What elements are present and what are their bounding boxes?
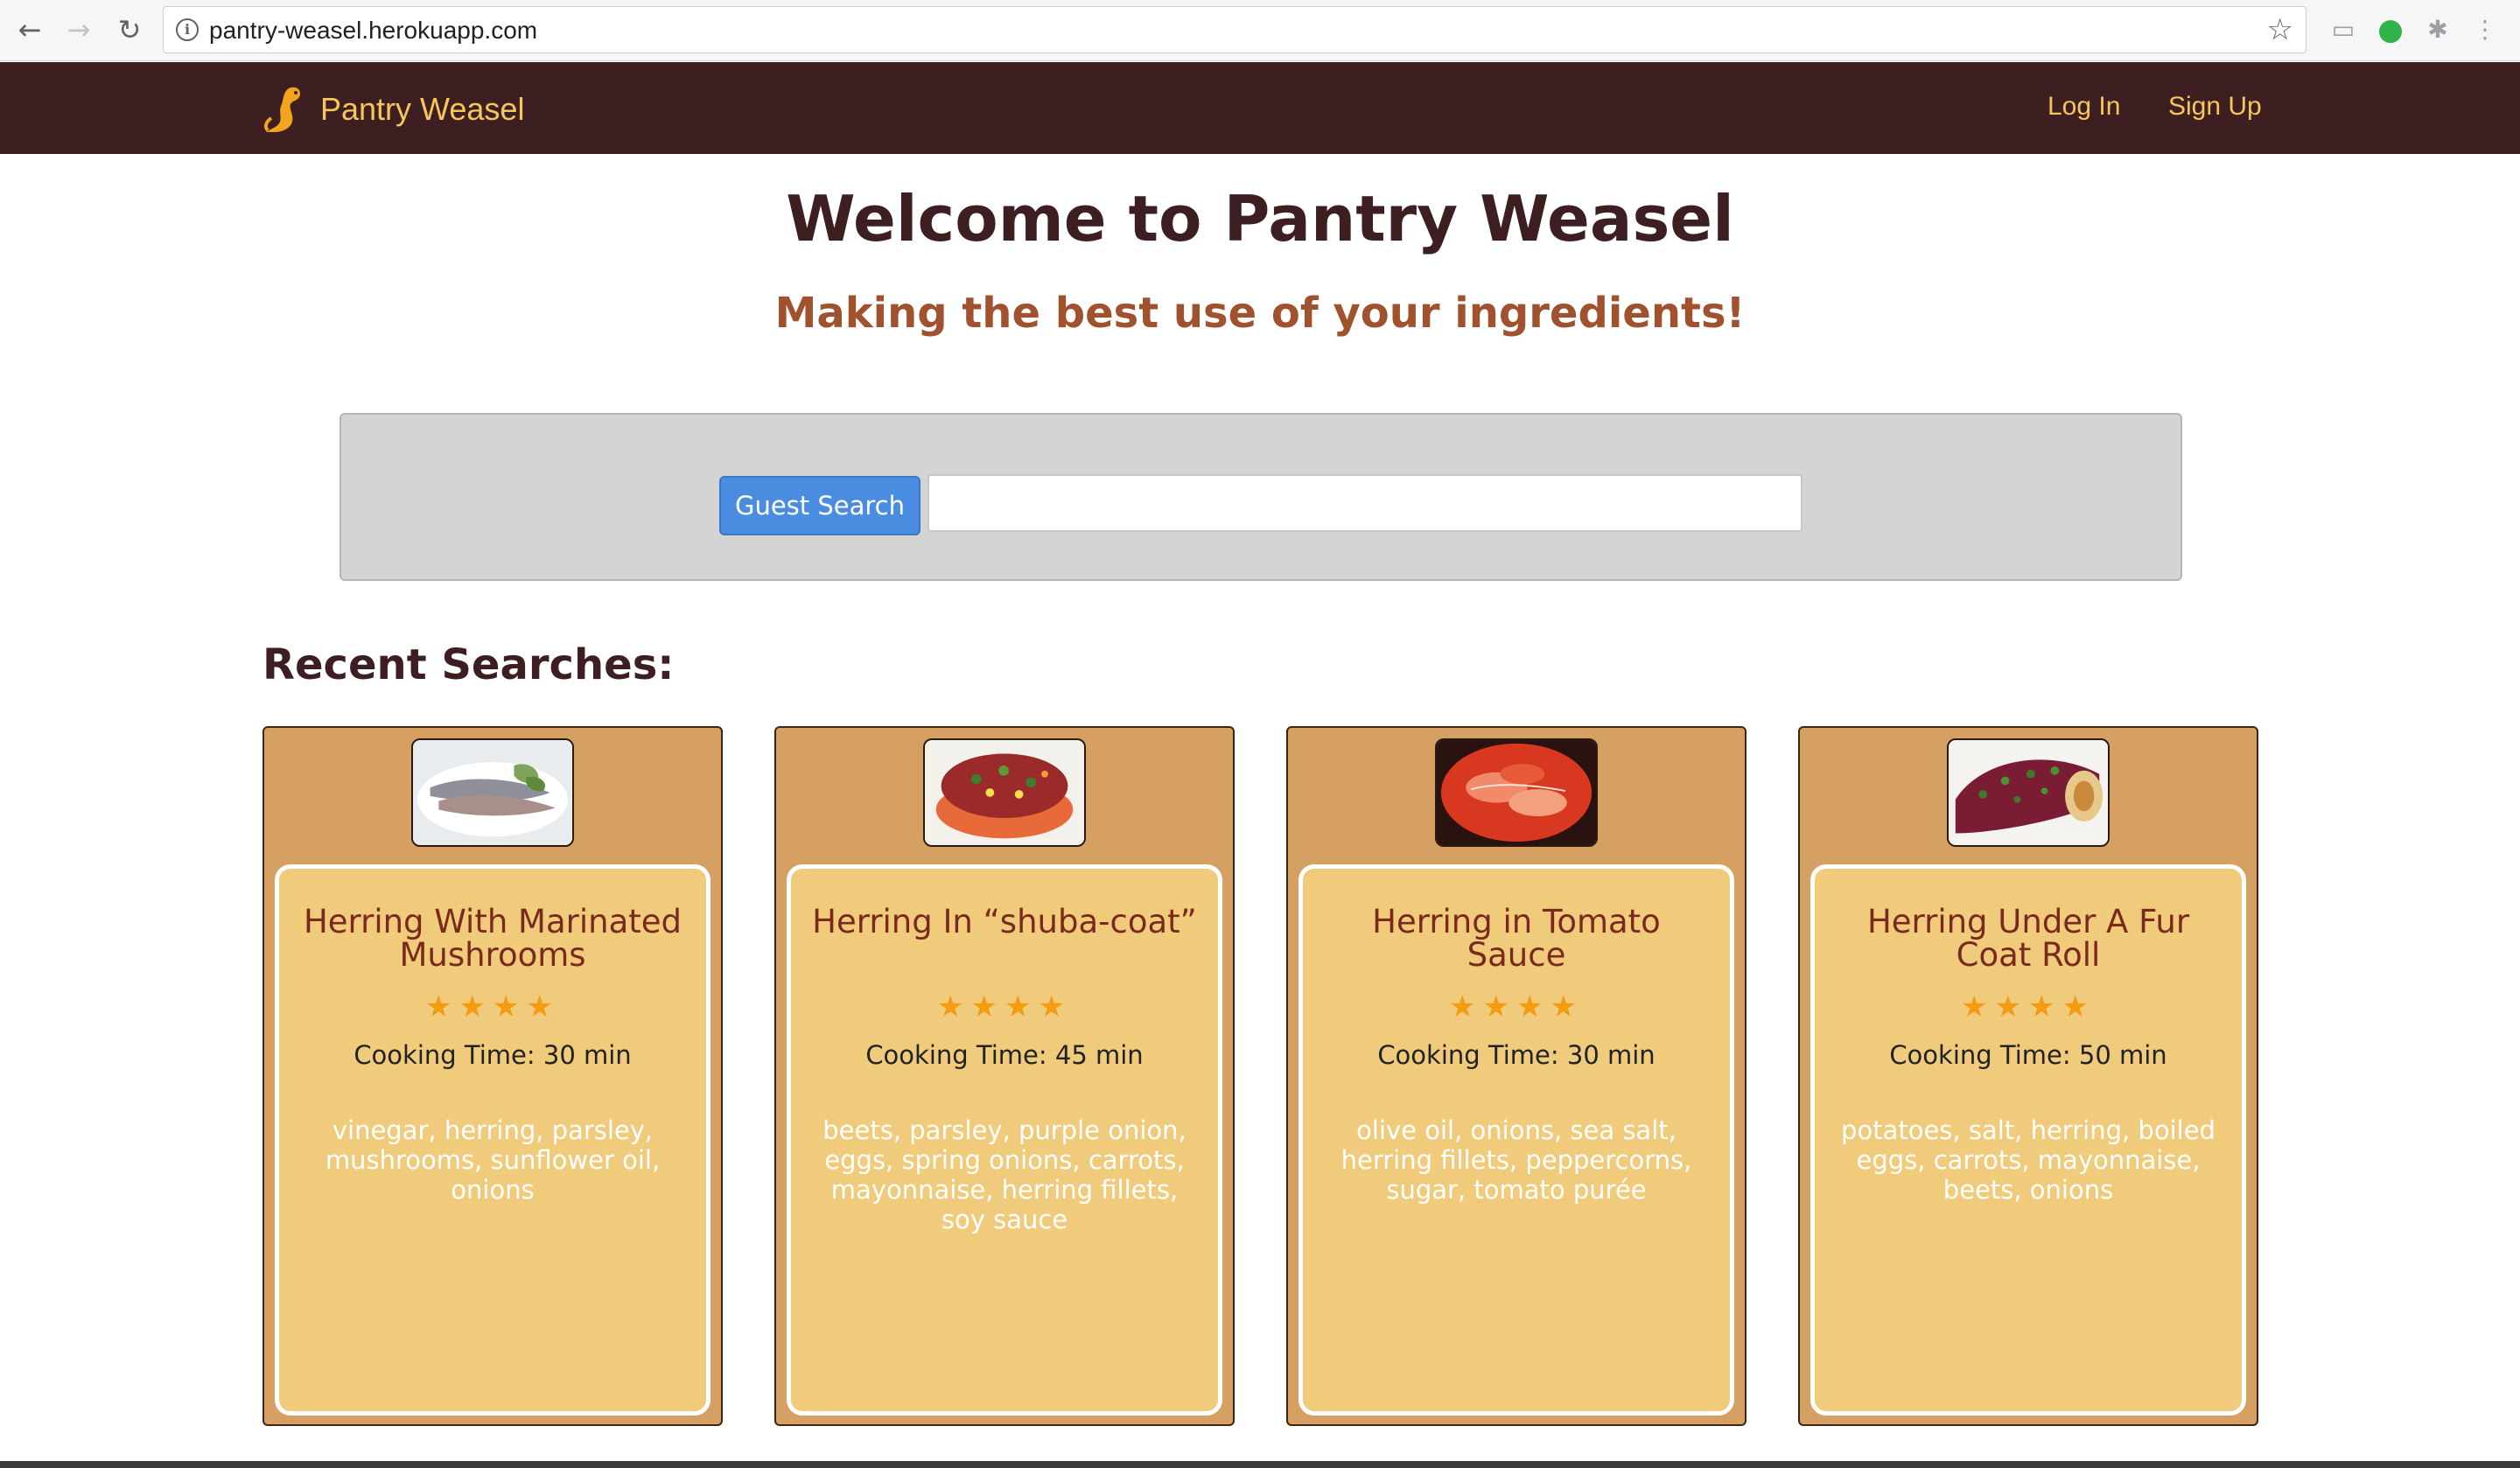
cooking-time: Cooking Time: 30 min	[1377, 1040, 1656, 1070]
brand-name[interactable]: Pantry Weasel	[320, 91, 524, 128]
guest-search-button[interactable]: Guest Search	[719, 476, 920, 535]
recipe-card-body: Herring in Tomato Sauce ★★★★ Cooking Tim…	[1298, 864, 1734, 1416]
login-link[interactable]: Log In	[2048, 92, 2120, 122]
rating-stars-icon: ★★★★	[937, 989, 1072, 1024]
recipe-card-body: Herring Under A Fur Coat Roll ★★★★ Cooki…	[1810, 864, 2246, 1416]
forward-icon[interactable]: →	[61, 12, 96, 47]
recipe-image[interactable]	[411, 738, 574, 847]
cast-icon[interactable]: ▭	[2326, 12, 2361, 47]
recipe-image[interactable]	[1947, 738, 2110, 847]
address-bar[interactable]: i pantry-weasel.herokuapp.com ☆	[163, 6, 2306, 53]
rating-stars-icon: ★★★★	[1449, 989, 1584, 1024]
rating-stars-icon: ★★★★	[1961, 989, 2096, 1024]
back-icon[interactable]: ←	[12, 12, 47, 47]
page-title: Welcome to Pantry Weasel	[786, 182, 1734, 255]
search-panel: Guest Search	[340, 413, 2182, 581]
browser-toolbar: ← → ↻ i pantry-weasel.herokuapp.com ☆ ▭ …	[0, 0, 2520, 61]
recipe-image[interactable]	[1435, 738, 1598, 847]
recipe-card[interactable]: Herring in Tomato Sauce ★★★★ Cooking Tim…	[1286, 726, 1746, 1426]
cooking-time: Cooking Time: 45 min	[865, 1040, 1144, 1070]
info-icon[interactable]: i	[176, 18, 199, 41]
recipe-card-body: Herring With Marinated Mushrooms ★★★★ Co…	[275, 864, 710, 1416]
cooking-time: Cooking Time: 30 min	[354, 1040, 632, 1070]
ingredients-list: olive oil, onions, sea salt, herring fil…	[1340, 1115, 1692, 1205]
recipe-title[interactable]: Herring in Tomato Sauce	[1320, 905, 1712, 972]
recent-searches-list: Herring With Marinated Mushrooms ★★★★ Co…	[262, 726, 2258, 1426]
brand-link[interactable]: Pantry Weasel	[262, 85, 524, 134]
recipe-title[interactable]: Herring With Marinated Mushrooms	[297, 905, 689, 972]
rating-stars-icon: ★★★★	[425, 989, 560, 1024]
ingredients-list: potatoes, salt, herring, boiled eggs, ca…	[1841, 1115, 2216, 1205]
cooking-time: Cooking Time: 50 min	[1889, 1040, 2167, 1070]
extension-icon[interactable]: ●	[2373, 12, 2408, 47]
ingredient-search-input[interactable]	[928, 474, 1802, 532]
recipe-card[interactable]: Herring Under A Fur Coat Roll ★★★★ Cooki…	[1798, 726, 2258, 1426]
bookmark-star-icon[interactable]: ☆	[2267, 12, 2293, 47]
window-bottom-edge	[0, 1461, 2520, 1468]
ingredients-list: beets, parsley, purple onion, eggs, spri…	[822, 1115, 1186, 1234]
reload-icon[interactable]: ↻	[112, 12, 147, 47]
site-navbar: Pantry Weasel Log In Sign Up	[0, 62, 2520, 154]
url-text[interactable]: pantry-weasel.herokuapp.com	[209, 17, 537, 45]
recipe-card[interactable]: Herring In “shuba-coat” ★★★★ Cooking Tim…	[774, 726, 1235, 1426]
menu-kebab-icon[interactable]: ⋮	[2468, 12, 2502, 47]
ingredients-list: vinegar, herring, parsley, mushrooms, su…	[325, 1115, 661, 1205]
bug-icon[interactable]: ✱	[2420, 12, 2455, 47]
signup-link[interactable]: Sign Up	[2168, 92, 2262, 122]
page-subtitle: Making the best use of your ingredients!	[774, 289, 1746, 338]
recipe-card[interactable]: Herring With Marinated Mushrooms ★★★★ Co…	[262, 726, 723, 1426]
recent-searches-heading: Recent Searches:	[262, 640, 675, 689]
recipe-title[interactable]: Herring Under A Fur Coat Roll	[1832, 905, 2224, 972]
recipe-image[interactable]	[923, 738, 1086, 847]
weasel-logo-icon	[263, 87, 301, 132]
recipe-card-body: Herring In “shuba-coat” ★★★★ Cooking Tim…	[787, 864, 1222, 1416]
recipe-title[interactable]: Herring In “shuba-coat”	[808, 905, 1200, 939]
